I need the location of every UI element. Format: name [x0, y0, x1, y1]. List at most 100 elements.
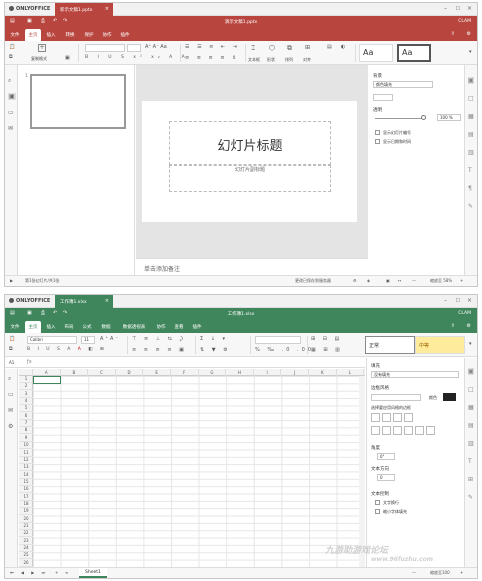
- chart-settings-icon[interactable]: ▥: [468, 149, 474, 156]
- sheet-list-icon[interactable]: ≡: [65, 570, 68, 575]
- row-header[interactable]: 7: [19, 420, 33, 428]
- menu-item[interactable]: 协作: [153, 321, 169, 333]
- menu-item[interactable]: 数据: [97, 321, 115, 333]
- row-header[interactable]: 23: [19, 538, 33, 545]
- row-header[interactable]: 9: [19, 435, 33, 442]
- number-format-select[interactable]: [255, 336, 301, 344]
- row-header[interactable]: 11: [19, 450, 33, 457]
- menu-item[interactable]: 插件: [189, 321, 205, 333]
- shape-icon[interactable]: ⬡: [269, 44, 275, 52]
- column-header[interactable]: H: [226, 369, 254, 376]
- sheet-tab[interactable]: Sheet1: [79, 568, 107, 578]
- row-header[interactable]: 16: [19, 486, 33, 494]
- menu-item[interactable]: 协作: [99, 29, 115, 41]
- column-header[interactable]: D: [116, 369, 144, 376]
- row-header[interactable]: 19: [19, 508, 33, 516]
- function-icon[interactable]: ƒx: [27, 359, 32, 365]
- border-button[interactable]: [404, 426, 413, 435]
- sheet-navigation-icons[interactable]: ⏮ ◀ ▶ ⏭: [10, 570, 48, 575]
- slideshow-icon[interactable]: ▶: [10, 278, 13, 283]
- row-header[interactable]: 17: [19, 494, 33, 501]
- column-header[interactable]: A: [33, 369, 61, 376]
- menu-item[interactable]: 文件: [7, 321, 23, 333]
- signature-icon[interactable]: ✎: [468, 494, 473, 501]
- show-date-checkbox[interactable]: [375, 139, 380, 144]
- vertical-align-icons[interactable]: ⊤ ≡ ⊥ ⇆ ⤸: [132, 336, 185, 342]
- slide-layout-icon[interactable]: ▤: [327, 44, 332, 50]
- table-settings-icon[interactable]: ▤: [468, 422, 474, 429]
- slides-icon[interactable]: ▣: [8, 93, 16, 100]
- row-header[interactable]: 14: [19, 472, 33, 479]
- zoom-out-icon[interactable]: —: [412, 570, 416, 575]
- shape-settings-icon[interactable]: □: [468, 95, 474, 102]
- slide-canvas[interactable]: 幻灯片标题 幻灯片副标题: [142, 101, 357, 222]
- sum-icons[interactable]: Σ ↓ ▾: [200, 336, 228, 342]
- menu-item[interactable]: 文件: [7, 29, 23, 41]
- align-icons[interactable]: ≡ ≡ ≡ ≡ ⇕: [185, 55, 239, 61]
- signature-icon[interactable]: ✎: [468, 203, 473, 210]
- opacity-input[interactable]: 100 %: [437, 114, 461, 121]
- row-header[interactable]: 1: [19, 376, 33, 383]
- insert-delete-icons[interactable]: ⊞ ⊟ ▤: [311, 336, 342, 342]
- chart-settings-icon[interactable]: ▥: [468, 440, 474, 447]
- row-header[interactable]: 13: [19, 464, 33, 472]
- share-icon[interactable]: ⇪: [451, 31, 455, 37]
- selected-cell[interactable]: [33, 376, 61, 384]
- menu-item[interactable]: 转换: [61, 29, 79, 41]
- comments-icon[interactable]: ▭: [8, 391, 14, 398]
- minimize-icon[interactable]: –: [444, 297, 447, 304]
- menu-item[interactable]: 插入: [43, 29, 59, 41]
- column-header[interactable]: L: [337, 369, 365, 376]
- border-button[interactable]: [393, 413, 402, 422]
- menu-item[interactable]: 主页: [25, 29, 41, 41]
- column-header[interactable]: J: [281, 369, 309, 376]
- row-header[interactable]: 2: [19, 383, 33, 391]
- menu-item[interactable]: 数据透视表: [117, 321, 151, 333]
- border-button[interactable]: [415, 426, 424, 435]
- font-size-select[interactable]: 11: [81, 336, 95, 344]
- zoom-in-icon[interactable]: +: [460, 278, 463, 283]
- menu-item[interactable]: 公式: [79, 321, 95, 333]
- menu-item[interactable]: 布局: [61, 321, 77, 333]
- font-name-select[interactable]: [85, 44, 125, 52]
- show-slide-number-checkbox[interactable]: [375, 130, 380, 135]
- add-sheet-icon[interactable]: +: [55, 570, 58, 575]
- paragraph-icon[interactable]: ¶: [468, 185, 472, 192]
- search-icon[interactable]: ⌕: [8, 375, 11, 383]
- format-table-icons[interactable]: ▦ ⊞ ▥: [311, 347, 343, 353]
- indent-input[interactable]: 0: [377, 474, 395, 481]
- new-slide-icon[interactable]: +: [38, 44, 46, 52]
- row-header[interactable]: 5: [19, 405, 33, 413]
- fit-slide-icon[interactable]: ▣: [386, 278, 390, 283]
- fit-width-icon[interactable]: ↔: [398, 278, 401, 283]
- row-header[interactable]: 6: [19, 413, 33, 420]
- zoom-out-icon[interactable]: —: [412, 278, 416, 283]
- border-button[interactable]: [393, 426, 402, 435]
- settings-icon[interactable]: ⚙: [467, 31, 471, 37]
- vertical-scrollbar[interactable]: [359, 376, 365, 567]
- number-format-icons[interactable]: % ‰ .0 .00: [255, 347, 314, 353]
- image-settings-icon[interactable]: ▦: [468, 113, 474, 120]
- theme-preview-1[interactable]: Aa: [359, 44, 393, 62]
- document-tab[interactable]: 工作簿1.xlsx ×: [55, 295, 113, 308]
- menu-item[interactable]: 插入: [43, 321, 59, 333]
- copy-icon[interactable]: ⧉: [9, 346, 13, 352]
- paste-icon[interactable]: 📋: [9, 44, 15, 50]
- column-header[interactable]: I: [254, 369, 282, 376]
- spreadsheet-grid[interactable]: ABCDEFGHIJKL 1 2 3 4 5 6 7 8 9 10 11 12 13 14 15 16 17 18…: [19, 369, 365, 567]
- close-tab-icon[interactable]: ×: [105, 298, 109, 304]
- border-button[interactable]: [371, 413, 380, 422]
- minimize-icon[interactable]: –: [444, 5, 447, 12]
- share-icon[interactable]: ⇪: [451, 323, 455, 329]
- cell-style-neutral[interactable]: 中等: [415, 336, 465, 354]
- slide-thumbnail[interactable]: [30, 74, 126, 129]
- border-button[interactable]: [404, 413, 413, 422]
- text-box-icon[interactable]: ⌶: [251, 44, 255, 53]
- text-art-icon[interactable]: T: [468, 458, 472, 465]
- border-button[interactable]: [371, 426, 380, 435]
- font-name-select[interactable]: Calibri: [27, 336, 77, 344]
- column-header[interactable]: G: [199, 369, 227, 376]
- row-header[interactable]: 25: [19, 552, 33, 560]
- wrap-text-checkbox[interactable]: [375, 500, 380, 505]
- row-header[interactable]: 10: [19, 442, 33, 450]
